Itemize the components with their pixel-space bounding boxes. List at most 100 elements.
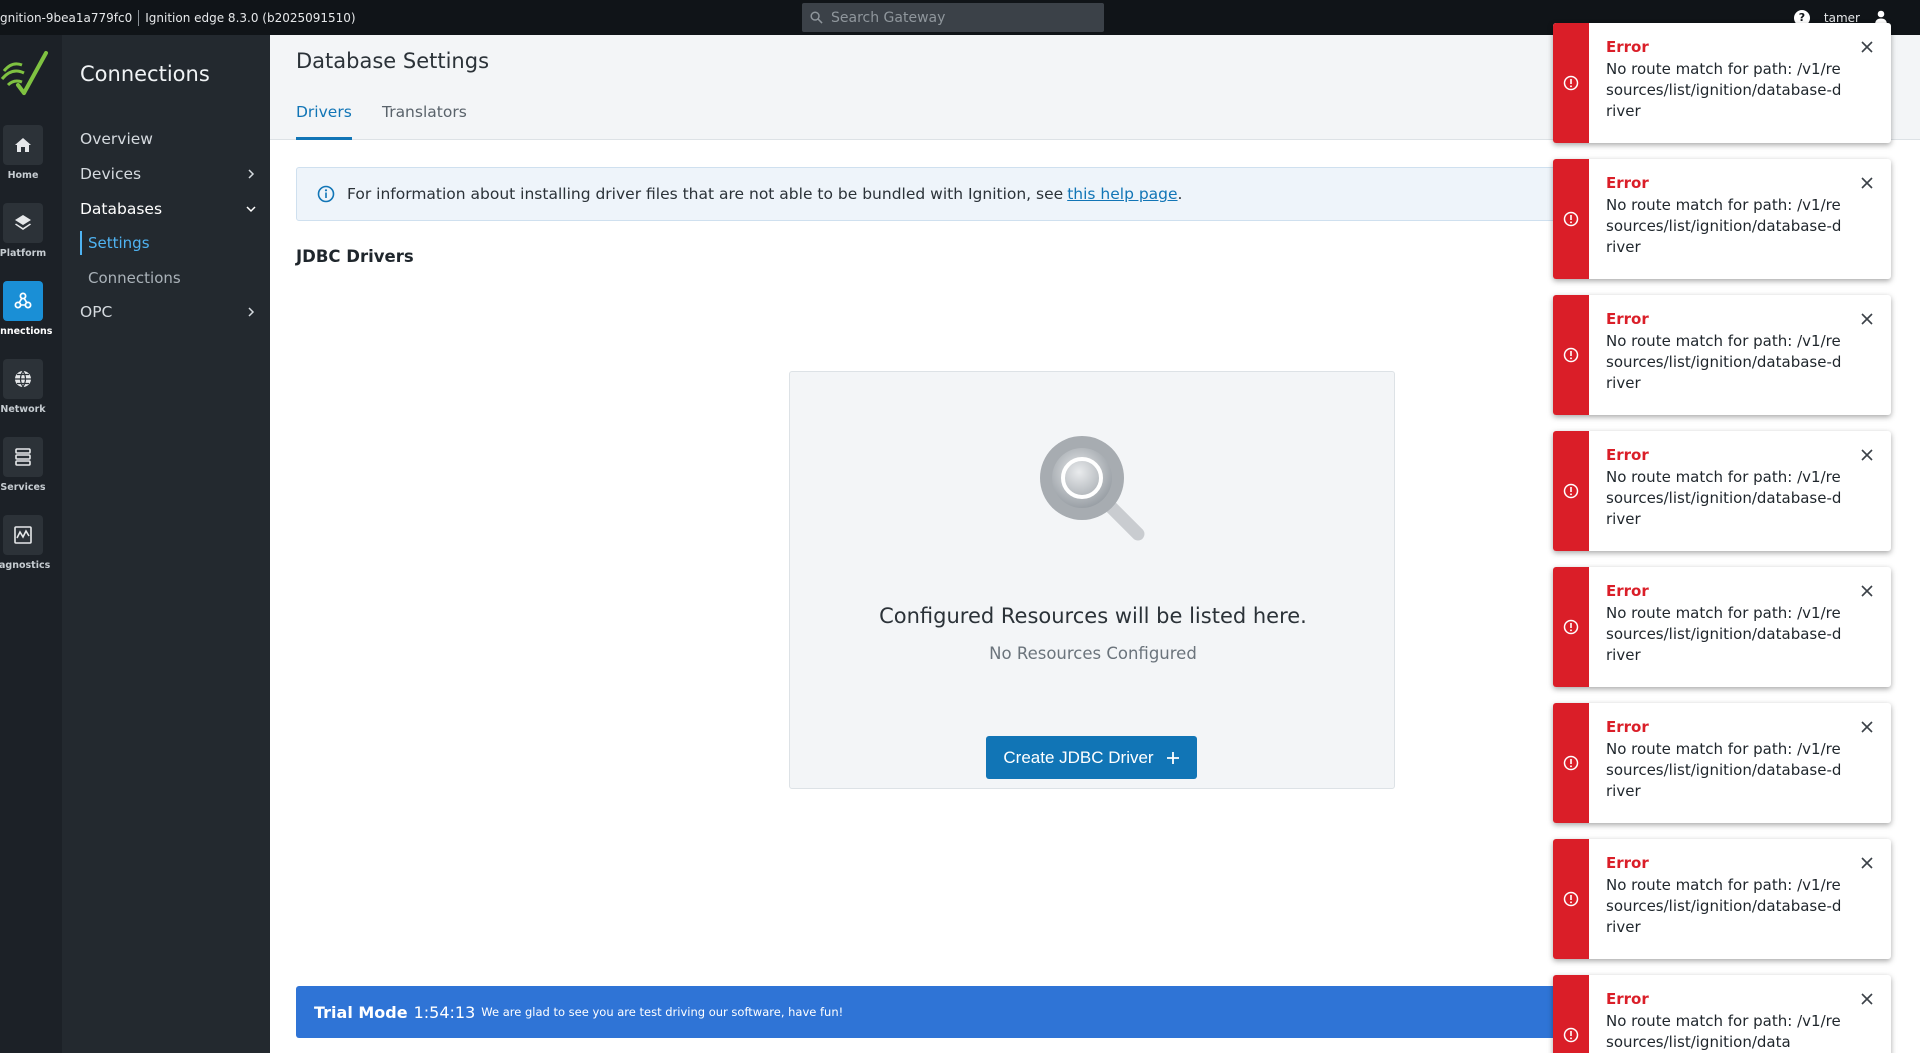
gateway-id: gnition-9bea1a779fc0	[0, 10, 133, 25]
rail-label: Platform	[0, 248, 47, 259]
close-icon[interactable]	[1857, 309, 1877, 329]
toast-message: No route match for path: /v1/resources/l…	[1606, 1012, 1841, 1051]
toast-title: Error	[1606, 38, 1649, 56]
nav-label: Overview	[80, 130, 153, 148]
rail-item-network[interactable]: Network	[0, 359, 62, 429]
nav-label: Settings	[88, 234, 150, 252]
toast-message: No route match for path: /v1/resources/l…	[1606, 740, 1842, 800]
toast-message: No route match for path: /v1/resources/l…	[1606, 604, 1842, 664]
create-jdbc-driver-button[interactable]: Create JDBC Driver	[986, 736, 1197, 779]
page-title: Database Settings	[296, 49, 490, 73]
section-title: JDBC Drivers	[296, 247, 414, 266]
error-icon	[1563, 755, 1579, 771]
error-icon	[1563, 483, 1579, 499]
search-gateway-input[interactable]: Search Gateway	[802, 3, 1104, 32]
chevron-down-icon	[246, 206, 256, 213]
toast-title: Error	[1606, 446, 1649, 464]
empty-state-card: Configured Resources will be listed here…	[789, 371, 1395, 789]
help-page-link[interactable]: this help page	[1067, 185, 1177, 203]
trial-timer: 1:54:13	[413, 1002, 476, 1022]
divider	[138, 9, 140, 26]
nav-label: OPC	[80, 303, 113, 321]
diagnostics-icon	[14, 526, 32, 544]
toast-message: No route match for path: /v1/resources/l…	[1606, 332, 1842, 392]
toast-message: No route match for path: /v1/resources/l…	[1606, 468, 1842, 528]
plus-icon	[1166, 751, 1179, 764]
error-toast: Error No route match for path: /v1/resou…	[1553, 23, 1891, 143]
nav-item-connections[interactable]: Connections	[80, 266, 250, 290]
toast-title: Error	[1606, 174, 1649, 192]
toast-title: Error	[1606, 582, 1649, 600]
empty-subtext: No Resources Configured	[989, 644, 1197, 663]
rail-item-services[interactable]: Services	[0, 437, 62, 507]
error-toast: Error No route match for path: /v1/resou…	[1553, 839, 1891, 959]
connections-icon	[14, 292, 32, 309]
close-icon[interactable]	[1857, 853, 1877, 873]
toast-message: No route match for path: /v1/resources/l…	[1606, 60, 1842, 120]
toast-title: Error	[1606, 310, 1649, 328]
empty-heading: Configured Resources will be listed here…	[879, 604, 1307, 628]
close-icon[interactable]	[1857, 37, 1877, 57]
rail-label: onnections	[0, 326, 53, 337]
rail-label: iagnostics	[0, 560, 51, 571]
magnifier-icon	[1040, 436, 1145, 541]
rail-item-home[interactable]: Home	[0, 125, 62, 195]
info-banner: For information about installing driver …	[296, 167, 1596, 221]
nav-label: Databases	[80, 200, 163, 218]
rail-label: Network	[0, 404, 46, 415]
ignition-logo	[0, 51, 48, 95]
error-toast: Error No route match for path: /v1/resou…	[1553, 295, 1891, 415]
nav-item-settings[interactable]: Settings	[80, 231, 250, 255]
error-toast: Error No route match for path: /v1/resou…	[1553, 703, 1891, 823]
rail-item-diagnostics[interactable]: iagnostics	[0, 515, 62, 585]
chevron-right-icon	[248, 307, 255, 317]
error-icon	[1563, 75, 1579, 91]
rail-label: Home	[7, 170, 39, 181]
close-icon[interactable]	[1857, 173, 1877, 193]
secondary-nav: Connections Overview Devices Databases S…	[62, 35, 270, 1053]
error-toast: Error No route match for path: /v1/resou…	[1553, 567, 1891, 687]
close-icon[interactable]	[1857, 989, 1877, 1009]
services-icon	[15, 448, 31, 466]
nav-label: Devices	[80, 165, 142, 183]
toast-message: No route match for path: /v1/resources/l…	[1606, 196, 1842, 256]
error-icon	[1563, 891, 1579, 907]
search-placeholder: Search Gateway	[831, 9, 946, 26]
close-icon[interactable]	[1857, 717, 1877, 737]
close-icon[interactable]	[1857, 445, 1877, 465]
tab-drivers[interactable]: Drivers	[296, 103, 352, 140]
globe-icon	[15, 370, 31, 388]
button-label: Create JDBC Driver	[1003, 747, 1154, 767]
nav-item-devices[interactable]: Devices	[80, 162, 256, 186]
info-end: .	[1177, 185, 1183, 203]
toast-title: Error	[1606, 990, 1649, 1008]
error-toast: Error No route match for path: /v1/resou…	[1553, 159, 1891, 279]
nav-item-opc[interactable]: OPC	[80, 300, 256, 324]
trial-mode-bar: Trial Mode 1:54:13 We are glad to see yo…	[296, 986, 1596, 1038]
rail-item-platform[interactable]: Platform	[0, 203, 62, 273]
nav-title: Connections	[80, 62, 210, 86]
error-icon	[1563, 347, 1579, 363]
error-icon	[1563, 211, 1579, 227]
toast-message: No route match for path: /v1/resources/l…	[1606, 876, 1842, 936]
error-icon	[1563, 619, 1579, 635]
nav-item-overview[interactable]: Overview	[80, 127, 256, 151]
chevron-right-icon	[248, 169, 255, 179]
gateway-version: Ignition edge 8.3.0 (b2025091510)	[145, 10, 356, 25]
info-icon	[317, 185, 335, 203]
tab-translators[interactable]: Translators	[382, 103, 467, 140]
layers-icon	[15, 215, 31, 230]
error-toast: Error No route match for path: /v1/resou…	[1553, 431, 1891, 551]
nav-label: Connections	[88, 269, 181, 287]
nav-item-databases[interactable]: Databases	[80, 197, 256, 221]
trial-message: We are glad to see you are test driving …	[481, 1005, 844, 1019]
info-text: For information about installing driver …	[347, 185, 1064, 203]
icon-rail: Home Platform onnections Network Service…	[0, 35, 62, 1053]
error-icon	[1563, 1027, 1579, 1043]
error-toast: Error No route match for path: /v1/resou…	[1553, 975, 1891, 1053]
rail-item-connections[interactable]: onnections	[0, 281, 62, 351]
trial-label: Trial Mode	[314, 1002, 408, 1022]
close-icon[interactable]	[1857, 581, 1877, 601]
rail-label: Services	[0, 482, 46, 493]
toast-title: Error	[1606, 718, 1649, 736]
